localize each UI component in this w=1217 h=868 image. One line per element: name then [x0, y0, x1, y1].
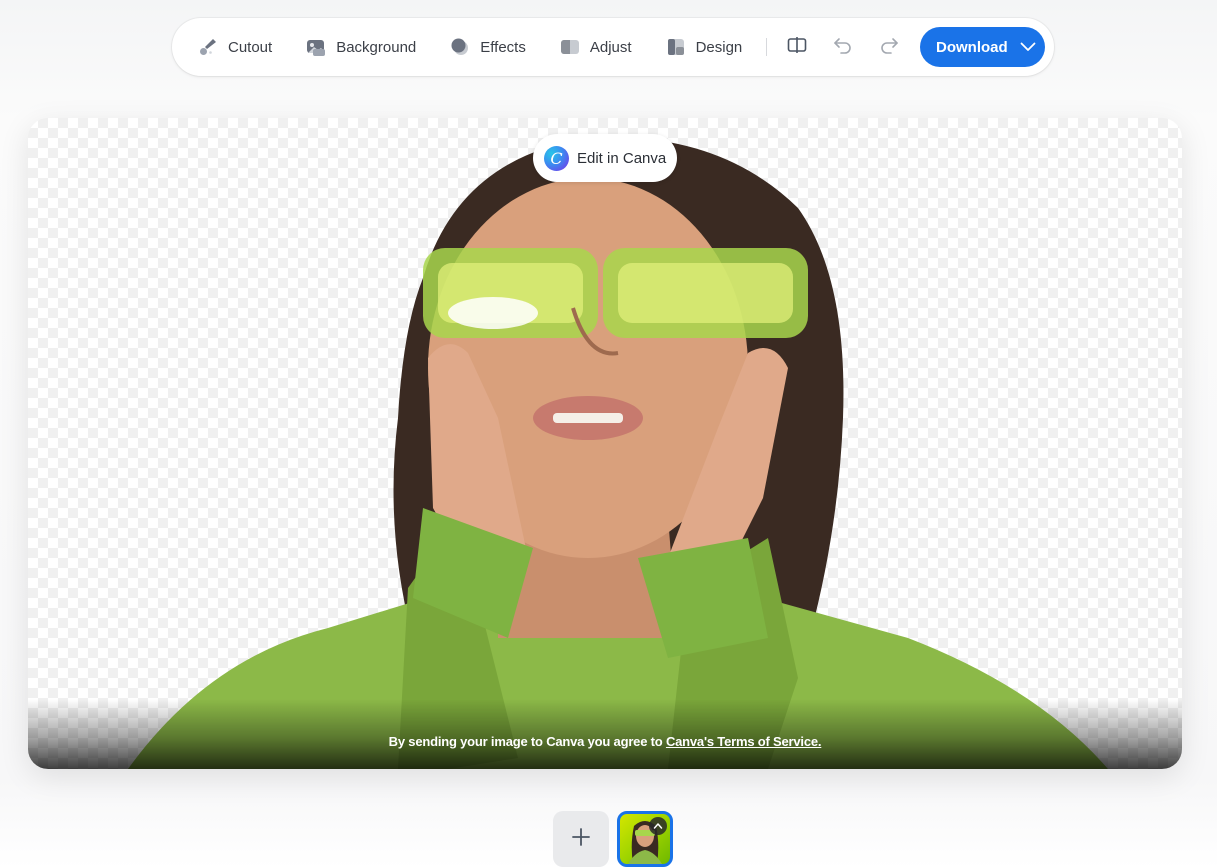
adjust-icon: [560, 37, 580, 57]
undo-icon: [833, 36, 853, 59]
image-thumbnail-selected[interactable]: [617, 811, 673, 867]
chevron-up-icon[interactable]: [649, 817, 667, 835]
design-tool[interactable]: Design: [658, 27, 751, 67]
legal-text: By sending your image to Canva you agree…: [388, 734, 666, 749]
effects-label: Effects: [480, 38, 526, 56]
legal-notice: By sending your image to Canva you agree…: [28, 734, 1182, 749]
subject-photo: [128, 137, 1108, 769]
cutout-tool[interactable]: Cutout: [190, 27, 280, 67]
circles-icon: [450, 37, 470, 57]
compare-button[interactable]: [779, 29, 815, 65]
redo-button[interactable]: [871, 29, 907, 65]
effects-tool[interactable]: Effects: [442, 27, 534, 67]
undo-button[interactable]: [825, 29, 861, 65]
editor-toolbar: Cutout Background Effects Adjust Design …: [172, 18, 1054, 76]
background-tool[interactable]: Background: [298, 27, 424, 67]
brush-icon: [198, 37, 218, 57]
layout-icon: [666, 37, 686, 57]
image-canvas: C Edit in Canva By sending your image to…: [28, 118, 1182, 769]
edit-in-canva-button[interactable]: C Edit in Canva: [533, 134, 677, 182]
adjust-tool[interactable]: Adjust: [552, 27, 640, 67]
background-label: Background: [336, 38, 417, 56]
download-label: Download: [936, 38, 1008, 56]
redo-icon: [879, 36, 899, 59]
add-image-button[interactable]: [553, 811, 609, 867]
canva-logo-icon: C: [544, 145, 569, 171]
compare-icon: [787, 36, 807, 59]
download-button[interactable]: Download: [920, 27, 1045, 67]
plus-icon: [571, 827, 591, 852]
edit-in-canva-label: Edit in Canva: [577, 149, 667, 167]
chevron-down-icon: [1020, 39, 1036, 56]
image-icon: [306, 37, 326, 57]
terms-of-service-link[interactable]: Canva's Terms of Service.: [666, 734, 822, 749]
toolbar-divider: [766, 38, 768, 56]
adjust-label: Adjust: [589, 38, 632, 56]
design-label: Design: [695, 38, 743, 56]
cutout-label: Cutout: [228, 38, 273, 56]
